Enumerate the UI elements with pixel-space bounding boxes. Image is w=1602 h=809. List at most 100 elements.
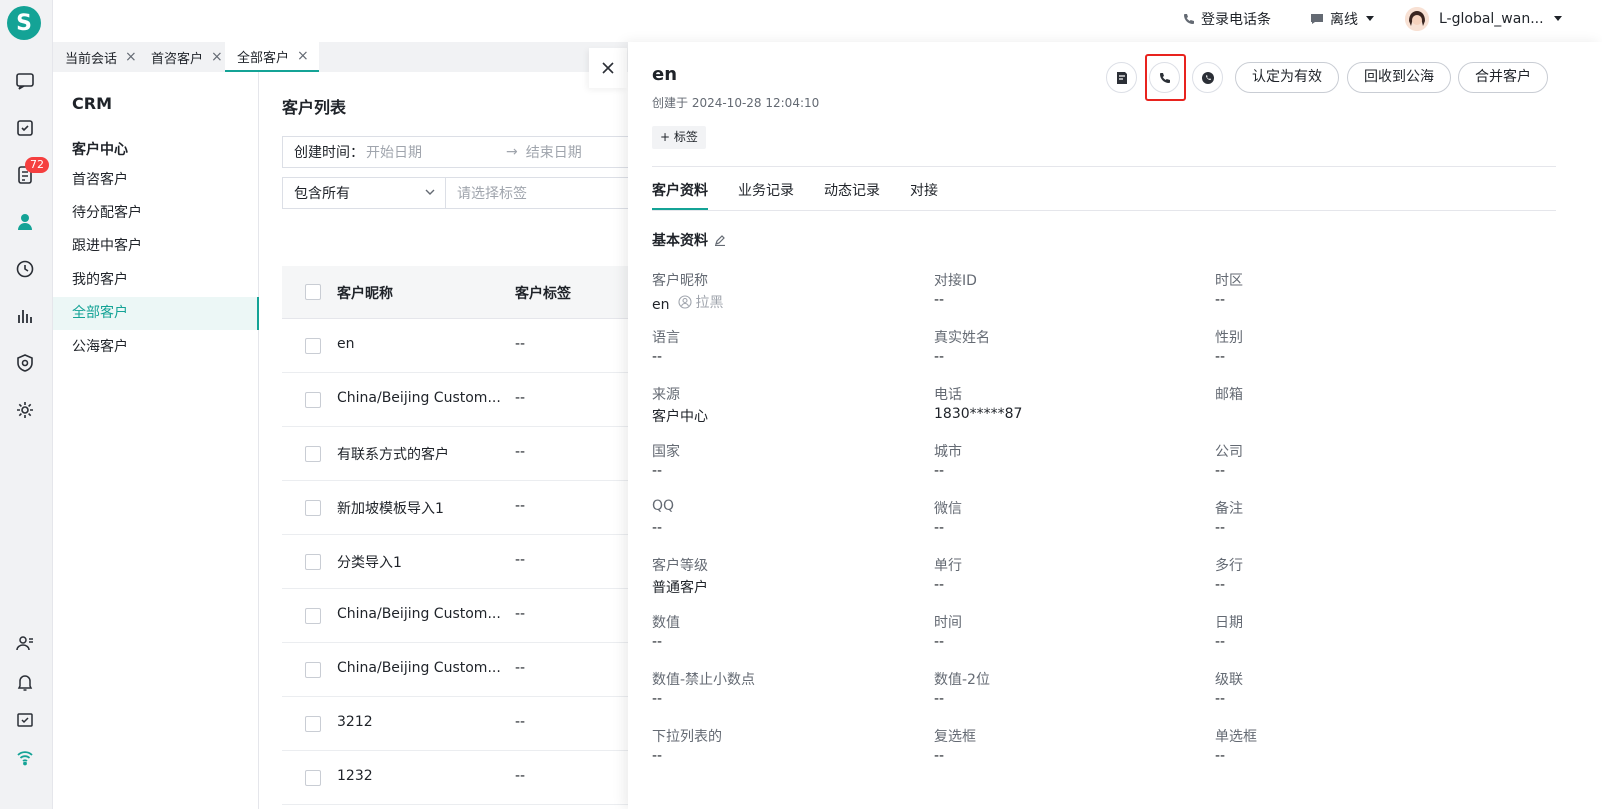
row-checkbox[interactable] [305, 662, 321, 678]
tab-business-records[interactable]: 业务记录 [738, 180, 794, 200]
tab-first-consult[interactable]: 首咨客户 × [139, 42, 233, 72]
field-value-text: 普通客户 [652, 580, 708, 596]
table-row[interactable]: 分类导入1 -- [282, 535, 628, 589]
tab-handoff[interactable]: 对接 [910, 180, 938, 200]
merge-customer-button[interactable]: 合并客户 [1458, 62, 1548, 93]
bell-icon[interactable] [14, 671, 36, 693]
field-value: -- [1215, 292, 1225, 308]
clock-icon[interactable] [14, 258, 36, 280]
nav-group-customer-center: 客户中心 [72, 142, 128, 158]
field-label: 级联 [1215, 672, 1243, 688]
note-button[interactable] [1106, 62, 1137, 93]
row-checkbox[interactable] [305, 392, 321, 408]
user-menu[interactable]: L-global_wan... [1405, 5, 1562, 33]
table-row[interactable]: China/Beijing Custom... -- [282, 643, 628, 697]
field-label: 语言 [652, 330, 680, 346]
row-checkbox[interactable] [305, 554, 321, 570]
tab-customer-profile[interactable]: 客户资料 [652, 180, 708, 210]
select-all-checkbox[interactable] [305, 284, 321, 300]
field-label: 客户等级 [652, 558, 708, 574]
field-value: -- [1215, 691, 1225, 707]
row-checkbox[interactable] [305, 338, 321, 354]
tab-label: 当前会话 [65, 51, 118, 67]
table-row[interactable]: 有联系方式的客户 -- [282, 427, 628, 481]
row-checkbox[interactable] [305, 770, 321, 786]
customer-name: en [652, 64, 678, 85]
sidebar-item-public-pool[interactable]: 公海客户 [53, 331, 259, 364]
table-row[interactable]: China/Beijing Custom... -- [282, 373, 628, 427]
tag-placeholder: 请选择标签 [457, 186, 527, 202]
customer-icon[interactable] [14, 211, 36, 233]
row-name: en [337, 336, 355, 352]
caret-down-icon [1366, 16, 1374, 22]
field-value: -- [934, 748, 944, 764]
tag-select[interactable]: 请选择标签 [446, 177, 628, 209]
table-row[interactable]: 3212 -- [282, 697, 628, 751]
close-drawer-button[interactable] [589, 48, 627, 88]
tab-current-session[interactable]: 当前会话 × [53, 42, 147, 72]
edit-icon[interactable] [714, 234, 726, 246]
close-icon[interactable]: × [125, 49, 137, 65]
row-tag: -- [515, 660, 526, 676]
range-arrow: → [506, 144, 518, 160]
field-value-text: -- [1215, 463, 1226, 479]
whatsapp-button[interactable] [1192, 62, 1223, 93]
sidebar-item-to-assign[interactable]: 待分配客户 [53, 197, 259, 230]
field-value-text: -- [652, 349, 663, 365]
task-check-icon[interactable] [14, 117, 36, 139]
add-tag-button[interactable]: + 标签 [652, 126, 706, 149]
page-tabs: 当前会话 × 首咨客户 × 全部客户 × [53, 42, 628, 72]
user-name: L-global_wan... [1439, 11, 1544, 27]
field-value-text: -- [1215, 349, 1226, 365]
table-row[interactable]: China/Beijing Custom... -- [282, 589, 628, 643]
chat-icon[interactable] [14, 70, 36, 92]
status-dropdown[interactable]: 离线 [1310, 8, 1374, 30]
row-tag: -- [515, 714, 526, 730]
shield-icon[interactable] [14, 352, 36, 374]
check-inbox-icon[interactable] [14, 709, 36, 731]
table-row[interactable]: en -- [282, 319, 628, 373]
gear-icon[interactable] [14, 399, 36, 421]
mark-valid-button[interactable]: 认定为有效 [1235, 62, 1339, 93]
avatar [1405, 7, 1429, 31]
tab-activity-records[interactable]: 动态记录 [824, 180, 880, 200]
created-date-filter: 创建时间： 开始日期 → 结束日期 [282, 136, 628, 168]
field-label: 数值 [652, 615, 680, 631]
bar-chart-icon[interactable] [14, 305, 36, 327]
user-settings-icon[interactable] [14, 632, 36, 654]
sidebar-item-first-consult[interactable]: 首咨客户 [53, 164, 259, 197]
field-label: 真实姓名 [934, 330, 990, 346]
close-icon[interactable]: × [211, 49, 223, 65]
field-value: -- [934, 634, 944, 650]
start-date-input[interactable]: 开始日期 [366, 142, 506, 162]
recycle-to-pool-button[interactable]: 回收到公海 [1347, 62, 1451, 93]
row-checkbox[interactable] [305, 608, 321, 624]
field-label: 时间 [934, 615, 962, 631]
table-row[interactable]: 新加坡模板导入1 -- [282, 481, 628, 535]
caret-down-icon [1553, 16, 1562, 22]
row-tag: -- [515, 606, 526, 622]
field-value: -- [652, 463, 662, 479]
sidebar-item-following[interactable]: 跟进中客户 [53, 230, 259, 263]
tab-all-customers[interactable]: 全部客户 × [225, 42, 319, 72]
row-checkbox[interactable] [305, 446, 321, 462]
close-icon[interactable]: × [297, 48, 309, 64]
table-row[interactable]: 1232 -- [282, 751, 628, 805]
row-checkbox[interactable] [305, 500, 321, 516]
field-value: en 拉黑 [652, 292, 724, 313]
left-rail: S 72 [0, 0, 53, 809]
tab-label: 首咨客户 [151, 51, 204, 67]
row-checkbox[interactable] [305, 716, 321, 732]
field-label: 复选框 [934, 729, 976, 745]
blacklist-button[interactable]: 拉黑 [677, 292, 724, 312]
field-value-text: -- [652, 748, 663, 764]
created-time: 创建于 2024-10-28 12:04:10 [652, 96, 820, 110]
note-icon [1115, 71, 1129, 85]
field-value-text: -- [934, 349, 945, 365]
login-phone-bar-button[interactable]: 登录电话条 [1183, 8, 1271, 30]
end-date-input[interactable]: 结束日期 [526, 142, 582, 162]
tag-match-select[interactable]: 包含所有 [282, 177, 446, 209]
whatsapp-icon [1201, 71, 1215, 85]
sidebar-item-all-customers[interactable]: 全部客户 [53, 297, 259, 330]
sidebar-item-my-customers[interactable]: 我的客户 [53, 264, 259, 297]
